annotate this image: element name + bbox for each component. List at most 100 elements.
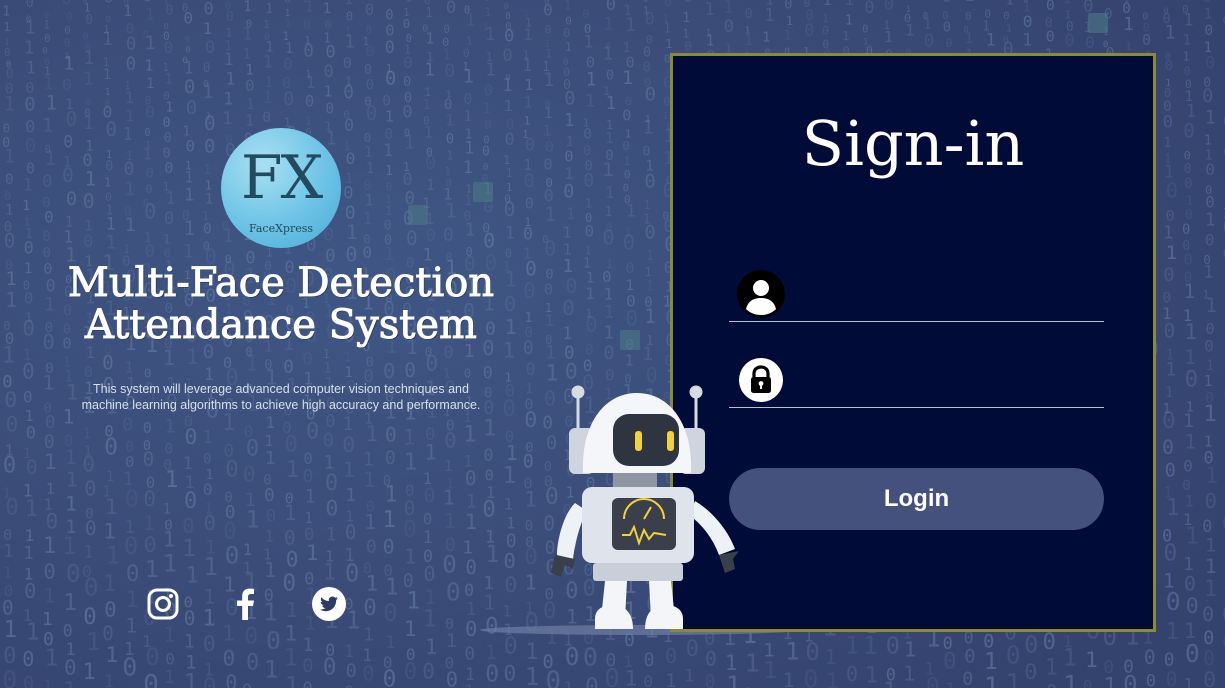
svg-text:1: 1: [385, 164, 393, 179]
svg-text:0: 0: [302, 655, 313, 677]
svg-text:1: 1: [2, 5, 10, 20]
svg-text:0: 0: [543, 156, 552, 174]
svg-text:1: 1: [704, 0, 715, 20]
svg-text:0: 0: [525, 195, 534, 213]
svg-text:1: 1: [763, 656, 777, 684]
svg-text:0: 0: [622, 106, 631, 124]
svg-text:0: 0: [884, 0, 894, 14]
svg-text:1: 1: [503, 153, 510, 167]
svg-text:1: 1: [165, 101, 173, 116]
svg-text:0: 0: [246, 436, 259, 462]
svg-text:0: 0: [282, 571, 296, 597]
svg-text:1: 1: [1205, 107, 1216, 128]
svg-text:1: 1: [5, 202, 14, 219]
svg-text:0: 0: [604, 664, 620, 688]
svg-text:1: 1: [604, 205, 612, 220]
svg-text:1: 1: [762, 30, 770, 45]
instagram-link[interactable]: [145, 586, 181, 622]
svg-text:0: 0: [625, 306, 638, 330]
svg-text:0: 0: [164, 159, 173, 177]
svg-text:1: 1: [605, 129, 614, 147]
svg-text:0: 0: [143, 419, 152, 437]
svg-text:0: 0: [643, 672, 653, 688]
svg-text:0: 0: [926, 674, 940, 688]
svg-text:1: 1: [1165, 22, 1176, 43]
svg-text:1: 1: [1204, 577, 1217, 602]
svg-text:1: 1: [26, 58, 36, 78]
svg-text:0: 0: [442, 551, 457, 579]
svg-text:1: 1: [465, 220, 476, 241]
svg-text:0: 0: [525, 258, 537, 281]
logo-name: FaceXpress: [248, 222, 314, 235]
svg-text:1: 1: [265, 526, 274, 545]
svg-text:0: 0: [124, 532, 138, 560]
svg-text:0: 0: [163, 116, 171, 131]
svg-text:1: 1: [265, 413, 275, 432]
logo-mark: FX: [240, 143, 323, 213]
svg-text:0: 0: [363, 595, 376, 621]
svg-text:0: 0: [1183, 457, 1193, 476]
svg-text:0: 0: [103, 0, 113, 8]
svg-text:1: 1: [83, 425, 92, 443]
svg-text:0: 0: [245, 624, 259, 650]
svg-text:1: 1: [84, 542, 94, 562]
svg-text:1: 1: [243, 47, 251, 63]
svg-text:0: 0: [645, 9, 655, 28]
svg-text:1: 1: [186, 563, 199, 588]
svg-text:0: 0: [203, 480, 213, 499]
password-input[interactable]: [795, 363, 1099, 401]
svg-text:1: 1: [642, 0, 648, 4]
svg-text:0: 0: [1206, 320, 1215, 338]
svg-text:1: 1: [125, 107, 135, 126]
svg-text:0: 0: [523, 225, 533, 244]
svg-text:1: 1: [625, 352, 634, 370]
svg-text:1: 1: [1006, 669, 1021, 688]
svg-text:0: 0: [646, 32, 653, 46]
svg-text:1: 1: [464, 139, 474, 158]
svg-text:1: 1: [1104, 0, 1114, 4]
svg-text:0: 0: [366, 102, 378, 125]
svg-text:1: 1: [465, 510, 478, 535]
svg-text:1: 1: [42, 115, 53, 136]
svg-text:1: 1: [545, 47, 552, 61]
svg-text:0: 0: [446, 0, 456, 18]
svg-text:0: 0: [705, 672, 716, 688]
svg-text:1: 1: [564, 164, 574, 183]
svg-text:1: 1: [423, 97, 431, 113]
svg-text:1: 1: [125, 615, 137, 638]
svg-text:1: 1: [783, 669, 795, 688]
svg-text:1: 1: [545, 311, 554, 330]
svg-text:0: 0: [425, 153, 436, 174]
svg-text:0: 0: [446, 578, 461, 607]
svg-text:1: 1: [544, 203, 556, 226]
svg-text:1: 1: [284, 501, 297, 525]
svg-text:1: 1: [326, 524, 337, 545]
svg-text:0: 0: [143, 486, 156, 511]
svg-text:0: 0: [624, 168, 631, 182]
hero-description-line-2: machine learning algorithms to achieve h…: [81, 398, 481, 412]
svg-text:0: 0: [784, 0, 793, 13]
svg-text:1: 1: [1184, 492, 1194, 511]
svg-text:0: 0: [965, 10, 971, 23]
svg-text:0: 0: [566, 275, 578, 298]
svg-text:0: 0: [1163, 265, 1174, 286]
svg-text:0: 0: [1203, 647, 1215, 670]
svg-text:1: 1: [184, 184, 194, 204]
svg-text:0: 0: [25, 118, 35, 138]
svg-text:1: 1: [366, 571, 379, 596]
svg-text:1: 1: [1204, 7, 1213, 23]
svg-text:0: 0: [184, 489, 197, 514]
facebook-link[interactable]: [227, 586, 263, 622]
svg-text:0: 0: [186, 137, 196, 156]
svg-text:1: 1: [583, 33, 593, 53]
svg-text:1: 1: [504, 97, 513, 115]
svg-text:0: 0: [1185, 639, 1200, 668]
svg-text:1: 1: [163, 549, 177, 577]
facexpress-logo: FX FaceXpress: [221, 128, 341, 248]
username-input[interactable]: [795, 277, 1099, 315]
svg-text:0: 0: [3, 453, 16, 479]
svg-text:0: 0: [683, 0, 693, 7]
svg-text:0: 0: [225, 671, 237, 688]
twitter-link[interactable]: [311, 586, 347, 622]
login-button[interactable]: Login: [729, 468, 1104, 530]
